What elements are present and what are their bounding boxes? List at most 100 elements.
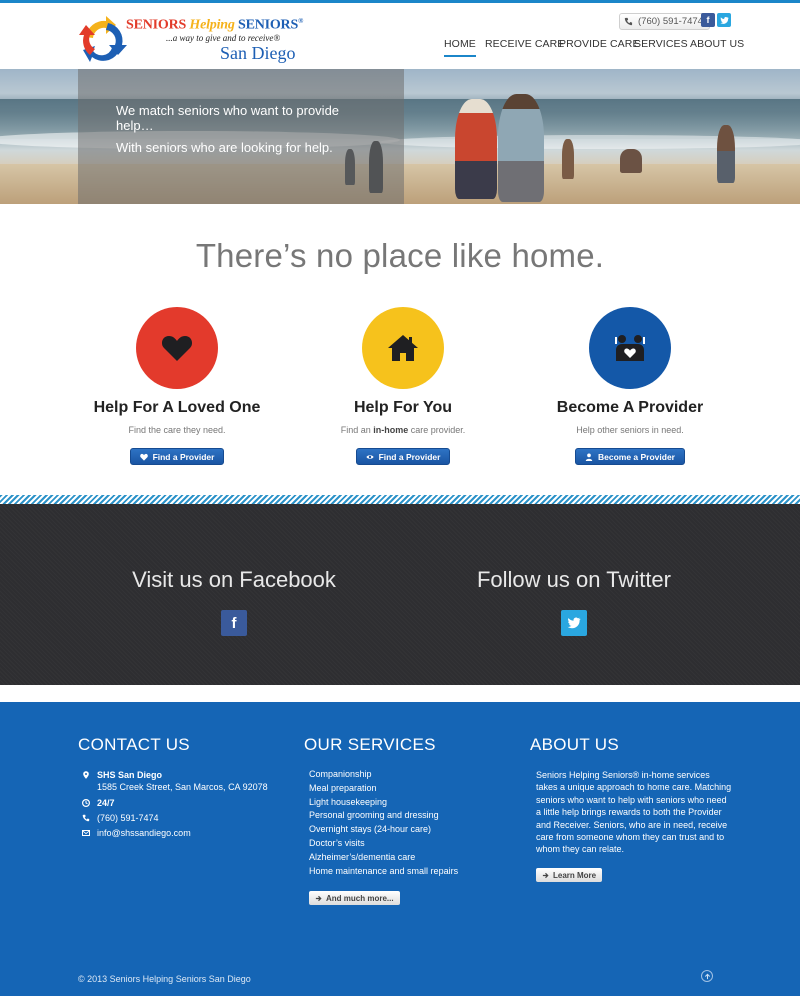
- find-provider-button-label: Find a Provider: [378, 451, 441, 462]
- envelope-icon: [82, 830, 90, 836]
- hero-banner: We match seniors who want to provide hel…: [0, 69, 800, 204]
- feature-become-provider-subtitle: Help other seniors in need.: [576, 425, 684, 435]
- feature-become-provider-title: Become A Provider: [556, 399, 704, 416]
- service-item[interactable]: Personal grooming and dressing: [309, 810, 439, 820]
- learn-more-button[interactable]: Learn More: [536, 868, 603, 882]
- site-logo[interactable]: SENIORS Helping SENIORS® ...a way to giv…: [78, 13, 308, 68]
- learn-more-label: Learn More: [553, 870, 597, 880]
- services-heading: OUR SERVICES: [304, 735, 436, 754]
- service-item[interactable]: Doctor’s visits: [309, 838, 365, 848]
- contact-name: SHS San Diego: [97, 770, 163, 780]
- find-provider-button-2[interactable]: Find a Provider: [355, 448, 451, 465]
- subtitle-emphasis: in-home: [373, 425, 409, 435]
- contact-heading: CONTACT US: [78, 735, 190, 754]
- contact-phone-number: (760) 591-7474: [97, 813, 159, 823]
- contact-email[interactable]: info@shssandiego.com: [82, 827, 191, 839]
- twitter-bird-icon: [719, 16, 729, 24]
- heart-icon: [161, 336, 193, 361]
- back-to-top-icon[interactable]: [701, 970, 713, 982]
- twitter-bird-icon: [567, 617, 581, 629]
- feature-help-for-you-subtitle: Find an in-home care provider.: [293, 425, 513, 435]
- section-divider-stripe: [0, 495, 800, 504]
- header-facebook-icon[interactable]: f: [701, 13, 715, 27]
- hero-text-panel: We match seniors who want to provide hel…: [78, 69, 404, 204]
- logo-city: San Diego: [220, 43, 296, 63]
- find-provider-button[interactable]: Find a Provider: [129, 448, 225, 465]
- arrow-right-icon: [315, 895, 322, 901]
- nav-provide-care[interactable]: PROVIDE CARE: [559, 38, 640, 50]
- service-item[interactable]: Meal preparation: [309, 783, 377, 793]
- header-twitter-icon[interactable]: [717, 13, 731, 27]
- feature-become-provider-circle[interactable]: [589, 307, 671, 389]
- map-pin-icon: [83, 771, 89, 779]
- logo-word-seniors: SENIORS: [126, 17, 187, 33]
- facebook-glyph: f: [231, 614, 237, 632]
- contact-email-address: info@shssandiego.com: [97, 828, 191, 838]
- contact-phone[interactable]: (760) 591-7474: [82, 812, 159, 824]
- hero-photo-senior-woman: [455, 99, 497, 199]
- copyright: © 2013 Seniors Helping Seniors San Diego: [78, 974, 251, 984]
- hero-line-2: With seniors who are looking for help.: [116, 140, 333, 155]
- contact-street: 1585 Creek Street, San Marcos, CA 92078: [97, 782, 268, 792]
- people-icon: [615, 335, 645, 361]
- service-item[interactable]: Alzheimer’s/dementia care: [309, 852, 415, 862]
- feature-loved-one-subtitle: Find the care they need.: [128, 425, 226, 435]
- nav-home[interactable]: HOME: [444, 38, 476, 57]
- arrow-up-icon: [704, 973, 710, 979]
- service-item[interactable]: Overnight stays (24-hour care): [309, 824, 431, 834]
- feature-help-for-you-circle[interactable]: [362, 307, 444, 389]
- heart-icon: [139, 453, 148, 461]
- nav-services[interactable]: SERVICES: [634, 38, 688, 50]
- hero-photo-beachgoer-3: [717, 125, 735, 183]
- hero-line-1: We match seniors who want to provide hel…: [116, 103, 340, 133]
- page-headline: There’s no place like home.: [195, 237, 605, 274]
- phone-icon: [82, 814, 90, 822]
- logo-arrows-icon: [79, 16, 127, 62]
- feature-loved-one-title: Help For A Loved One: [93, 399, 261, 416]
- facebook-heading: Visit us on Facebook: [132, 567, 336, 592]
- contact-hours-value: 24/7: [97, 798, 115, 808]
- section-gap: [0, 685, 800, 702]
- nav-about-us[interactable]: ABOUT US: [690, 38, 744, 50]
- eye-icon: [365, 454, 374, 459]
- hero-photo-beachgoer: [562, 139, 574, 179]
- arrow-right-icon: [542, 872, 549, 878]
- about-text: Seniors Helping Seniors® in-home service…: [536, 770, 732, 855]
- logo-wordmark: SENIORS Helping SENIORS®: [126, 17, 303, 34]
- clock-icon: [82, 799, 90, 807]
- header-phone[interactable]: (760) 591-7474: [619, 13, 710, 30]
- feature-loved-one-circle[interactable]: [136, 307, 218, 389]
- site-footer: CONTACT US OUR SERVICES ABOUT US SHS San…: [0, 702, 800, 996]
- header-phone-number: (760) 591-7474: [638, 16, 703, 27]
- feature-help-for-you: Help For You Find an in-home care provid…: [293, 307, 513, 466]
- social-band: Visit us on Facebook Follow us on Twitte…: [0, 504, 800, 685]
- feature-help-for-you-title: Help For You: [353, 399, 453, 416]
- hero-wave-2: [380, 135, 800, 149]
- hero-photo-beachgoer-2: [620, 149, 642, 173]
- logo-word-helping: Helping: [189, 17, 235, 33]
- become-provider-button[interactable]: Become a Provider: [574, 448, 685, 465]
- subtitle-text: Find an: [340, 425, 374, 435]
- twitter-button-icon[interactable]: [561, 610, 587, 636]
- twitter-heading: Follow us on Twitter: [476, 567, 671, 592]
- hero-photo-senior-woman-2: [498, 94, 544, 202]
- service-item[interactable]: Light housekeeping: [309, 797, 387, 807]
- subtitle-text-2: care provider.: [408, 425, 466, 435]
- nav-receive-care[interactable]: RECEIVE CARE: [485, 38, 564, 50]
- find-provider-button-label: Find a Provider: [152, 451, 215, 462]
- user-icon: [585, 453, 593, 461]
- service-item[interactable]: Home maintenance and small repairs: [309, 866, 458, 876]
- logo-word-seniors-2: SENIORS: [237, 17, 299, 33]
- phone-icon: [624, 17, 633, 26]
- facebook-glyph: f: [706, 15, 710, 25]
- contact-hours: 24/7: [82, 797, 115, 809]
- service-item[interactable]: Companionship: [309, 769, 372, 779]
- become-provider-button-label: Become a Provider: [597, 451, 675, 462]
- home-icon: [388, 335, 418, 361]
- logo-registered-mark: ®: [298, 17, 304, 25]
- more-services-button[interactable]: And much more...: [309, 891, 400, 905]
- site-header: SENIORS Helping SENIORS® ...a way to giv…: [0, 3, 800, 69]
- more-services-label: And much more...: [326, 893, 394, 903]
- facebook-button-icon[interactable]: f: [221, 610, 247, 636]
- about-heading: ABOUT US: [530, 735, 619, 754]
